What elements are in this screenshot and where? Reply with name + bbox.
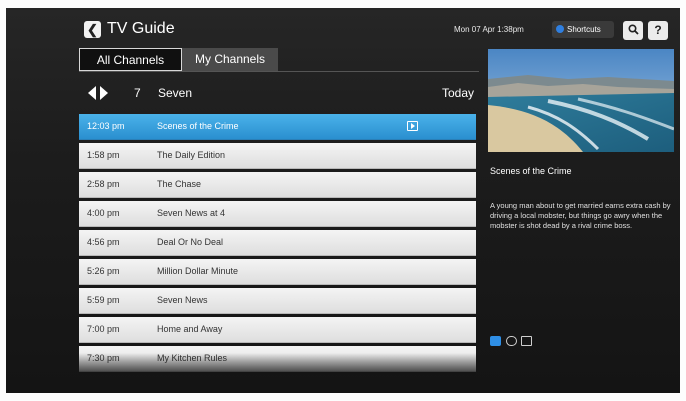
channel-name: Seven — [158, 86, 193, 100]
program-title: Home and Away — [157, 324, 223, 334]
play-icon[interactable] — [407, 121, 418, 131]
back-button[interactable]: ❮ — [84, 21, 101, 38]
program-row[interactable]: 2:58 pm The Chase — [79, 172, 476, 198]
program-title: Million Dollar Minute — [157, 266, 239, 276]
closed-captions-icon — [521, 336, 532, 346]
list-fade-overlay — [79, 353, 476, 375]
program-row[interactable]: 5:59 pm Seven News — [79, 288, 476, 314]
program-time: 2:58 pm — [87, 179, 120, 189]
program-title: Seven News at 4 — [157, 208, 226, 218]
program-time: 12:03 pm — [87, 121, 125, 131]
help-button[interactable]: ? — [648, 21, 668, 40]
tab-divider — [79, 71, 479, 72]
program-row[interactable]: 4:56 pm Deal Or No Deal — [79, 230, 476, 256]
channel-switch-arrows-icon[interactable] — [88, 86, 108, 100]
program-thumbnail — [488, 49, 674, 152]
program-title: The Daily Edition — [157, 150, 226, 160]
program-title: Deal Or No Deal — [157, 237, 224, 247]
program-title: The Chase — [157, 179, 202, 189]
app-title: TV Guide — [107, 20, 175, 37]
info-description: A young man about to get married earns e… — [490, 201, 671, 230]
program-time: 7:00 pm — [87, 324, 120, 334]
shortcuts-label: Shortcuts — [567, 25, 601, 34]
chevron-left-icon: ❮ — [87, 22, 98, 37]
program-time: 4:56 pm — [87, 237, 120, 247]
channel-number: 7 — [134, 86, 141, 100]
program-title: Seven News — [157, 295, 208, 305]
hd-icon — [490, 336, 501, 346]
program-title: Scenes of the Crime — [157, 121, 239, 131]
program-list: 12:03 pm Scenes of the Crime 1:58 pm The… — [79, 114, 476, 374]
program-time: 5:26 pm — [87, 266, 120, 276]
datetime-display: Mon 07 Apr 1:38pm — [454, 25, 524, 34]
tab-all-channels[interactable]: All Channels — [79, 48, 182, 71]
program-time: 1:58 pm — [87, 150, 120, 160]
blue-dot-icon — [556, 25, 564, 33]
program-row[interactable]: 7:00 pm Home and Away — [79, 317, 476, 343]
day-label: Today — [442, 86, 475, 100]
program-row[interactable]: 4:00 pm Seven News at 4 — [79, 201, 476, 227]
shortcuts-button[interactable]: Shortcuts — [552, 21, 614, 38]
program-time: 4:00 pm — [87, 208, 120, 218]
subtitles-icon — [506, 336, 517, 346]
help-icon: ? — [654, 23, 662, 37]
search-button[interactable] — [623, 21, 643, 40]
search-icon — [627, 24, 639, 35]
tv-guide-screen: ❮ TV Guide Mon 07 Apr 1:38pm Shortcuts ?… — [6, 8, 680, 393]
info-title: Scenes of the Crime — [490, 166, 572, 176]
program-row[interactable]: 12:03 pm Scenes of the Crime — [79, 114, 476, 140]
program-row[interactable]: 5:26 pm Million Dollar Minute — [79, 259, 476, 285]
tab-my-channels[interactable]: My Channels — [182, 48, 278, 71]
program-time: 5:59 pm — [87, 295, 120, 305]
program-row[interactable]: 1:58 pm The Daily Edition — [79, 143, 476, 169]
